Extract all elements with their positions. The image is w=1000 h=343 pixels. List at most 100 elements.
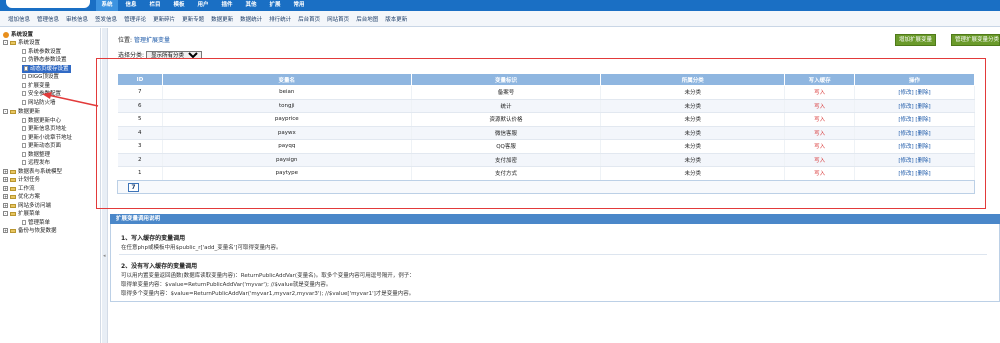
cell-name: tongji (162, 99, 412, 113)
page-icon (22, 100, 26, 105)
subnav-admin-home[interactable]: 后台首页 (298, 15, 320, 23)
col-category: 所属分类 (600, 73, 786, 86)
sidebar-root: 系统设置 (3, 31, 33, 39)
top-nav-item-template[interactable]: 模板 (168, 0, 190, 11)
subnav-add-info[interactable]: 增加信息 (8, 15, 30, 23)
cell-id: 2 (117, 153, 163, 167)
help-heading-2: 2、没有写入缓存的变量调用 (121, 263, 198, 270)
page-icon (22, 152, 26, 157)
table-row: 7 beian 备案号 未分类 写入 [修改] [删除] (117, 85, 975, 100)
table-row: 2 paysign 支付加密 未分类 写入 [修改] [删除] (117, 153, 975, 167)
top-nav-item-column[interactable]: 栏目 (144, 0, 166, 11)
subnav-review-info[interactable]: 审核信息 (66, 15, 88, 23)
cell-category: 未分类 (600, 139, 786, 154)
sidebar-item-update-dynamic[interactable]: 更新动态页面 (22, 142, 61, 150)
subnav-data-stats[interactable]: 数据统计 (240, 15, 262, 23)
sidebar-item-system-params[interactable]: 系统参数设置 (22, 48, 61, 56)
sidebar-item-tables-models[interactable]: + 数据表与系统模型 (3, 168, 62, 176)
sidebar-item-data-update[interactable]: - 数据更新 (3, 108, 40, 116)
cell-label: QQ客服 (411, 139, 602, 154)
help-text-3: 取得单变量内容：$value=ReturnPublicAddVar('myvar… (121, 282, 332, 288)
expand-icon[interactable]: + (3, 228, 8, 233)
sidebar-item-update-info-url[interactable]: 更新信息页地址 (22, 125, 67, 133)
collapse-icon[interactable]: - (3, 211, 8, 216)
sidebar-item-system-settings[interactable]: - 系统设置 (3, 39, 40, 47)
top-nav-item-plugin[interactable]: 插件 (216, 0, 238, 11)
sidebar-item-extend-var[interactable]: 扩展变量 (22, 82, 50, 90)
cell-category: 未分类 (600, 166, 786, 181)
cell-category: 未分类 (600, 112, 786, 127)
cell-label: 支付方式 (411, 166, 602, 181)
subnav-admin-map[interactable]: 后台地图 (356, 15, 378, 23)
subnav-update-topics[interactable]: 更新专题 (182, 15, 204, 23)
manage-category-button[interactable]: 管理扩展变量分类 (951, 34, 1000, 46)
subnav-update-fragments[interactable]: 更新碎片 (153, 15, 175, 23)
sidebar-item-manage-menu[interactable]: 管理菜单 (22, 219, 50, 227)
top-nav-item-other[interactable]: 其他 (240, 0, 262, 11)
subnav-data-update[interactable]: 数据更新 (211, 15, 233, 23)
cell-ops[interactable]: [修改] [删除] (854, 99, 975, 113)
expand-icon[interactable]: + (3, 203, 8, 208)
cell-ops[interactable]: [修改] [删除] (854, 153, 975, 167)
folder-icon (10, 211, 16, 216)
cell-ops[interactable]: [修改] [删除] (854, 112, 975, 127)
help-text-1: 在任意php或模板中用$public_r['add_变量名']可取得变量内容。 (121, 245, 282, 251)
top-nav-item-system[interactable]: 系统 (96, 0, 118, 11)
sidebar-item-extend-menu[interactable]: - 扩展菜单 (3, 210, 40, 218)
top-nav-item-common[interactable]: 常用 (288, 0, 310, 11)
folder-icon (10, 194, 16, 199)
sidebar-item-remote-publish[interactable]: 远程发布 (22, 159, 50, 167)
subnav-version-update[interactable]: 版本更新 (385, 15, 407, 23)
cell-name: paywx (162, 126, 412, 140)
sidebar-item-update-novel[interactable]: 更新小说章节地址 (22, 134, 72, 142)
cell-id: 5 (117, 112, 163, 127)
breadcrumb-link[interactable]: 管理扩展变量 (134, 37, 170, 44)
page-count[interactable]: 7 (128, 183, 139, 192)
add-extend-var-button[interactable]: 增加扩展变量 (895, 34, 937, 46)
cell-ops[interactable]: [修改] [删除] (854, 85, 975, 100)
cell-cache: 写入 (784, 166, 856, 181)
collapse-icon[interactable]: - (3, 40, 8, 45)
collapse-arrow-icon[interactable]: ◂ (103, 253, 106, 259)
sidebar-item-digg[interactable]: DIGG顶设置 (22, 73, 59, 81)
expand-icon[interactable]: + (3, 186, 8, 191)
page-icon (22, 57, 26, 62)
sidebar-item-backup[interactable]: + 备份与恢复数据 (3, 227, 57, 235)
subnav-manage-comments[interactable]: 管理评论 (124, 15, 146, 23)
subnav-manage-info[interactable]: 管理信息 (37, 15, 59, 23)
cell-name: paysign (162, 153, 412, 167)
top-nav-item-info[interactable]: 信息 (120, 0, 142, 11)
subnav-site-home[interactable]: 网站首页 (327, 15, 349, 23)
sidebar-item-multi-access[interactable]: + 网站多访问端 (3, 202, 51, 210)
subnav-sign-info[interactable]: 签发信息 (95, 15, 117, 23)
page-icon (22, 49, 26, 54)
cell-name: payqq (162, 139, 412, 154)
cell-ops[interactable]: [修改] [删除] (854, 139, 975, 154)
cell-id: 3 (117, 139, 163, 154)
top-nav-item-extend[interactable]: 扩展 (264, 0, 286, 11)
cell-ops[interactable]: [修改] [删除] (854, 126, 975, 140)
top-nav-item-user[interactable]: 用户 (192, 0, 214, 11)
sidebar-item-optimize[interactable]: + 优化方案 (3, 193, 40, 201)
logo (6, 0, 90, 8)
col-name: 变量名 (161, 73, 412, 86)
page-icon (22, 135, 26, 140)
folder-icon (10, 177, 16, 182)
cell-ops[interactable]: [修改] [删除] (854, 166, 975, 181)
collapse-icon[interactable]: - (3, 109, 8, 114)
sidebar-item-dynamic-cache[interactable]: 动态页缓存设置 (22, 65, 71, 73)
expand-icon[interactable]: + (3, 169, 8, 174)
sidebar-item-update-center[interactable]: 数据更新中心 (22, 117, 61, 125)
sidebar-item-workflow[interactable]: + 工作流 (3, 185, 35, 193)
sidebar-item-pseudo-static[interactable]: 伪静态参数设置 (22, 56, 67, 64)
cell-name: beian (162, 85, 412, 100)
subnav-rank-stats[interactable]: 排行统计 (269, 15, 291, 23)
sidebar-item-data-cleanup[interactable]: 数据整理 (22, 151, 50, 159)
cell-label: 微信客服 (411, 126, 602, 140)
top-nav: 系统 信息 栏目 模板 用户 插件 其他 扩展 常用 (96, 0, 312, 11)
expand-icon[interactable]: + (3, 177, 8, 182)
sidebar-item-scheduled-tasks[interactable]: + 计划任务 (3, 176, 40, 184)
table-row: 1 paytype 支付方式 未分类 写入 [修改] [删除] (117, 166, 975, 181)
top-bar: 系统 信息 栏目 模板 用户 插件 其他 扩展 常用 (0, 0, 1000, 11)
expand-icon[interactable]: + (3, 194, 8, 199)
